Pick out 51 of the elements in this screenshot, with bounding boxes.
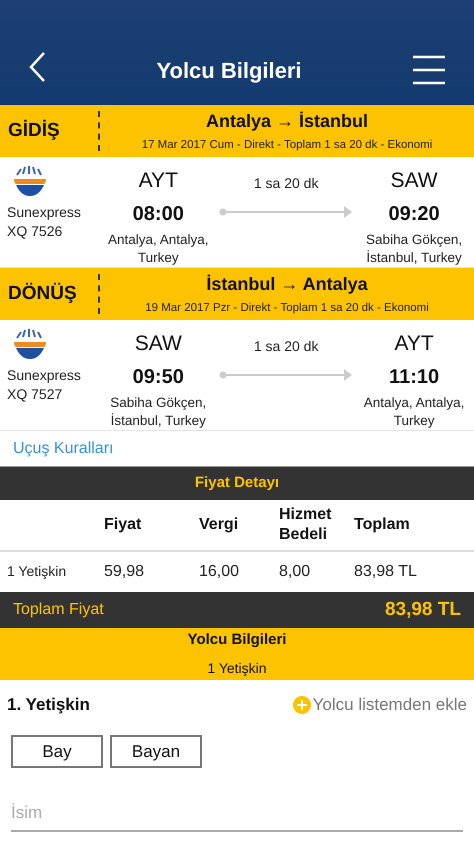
arrival-airport: Antalya, Antalya, Turkey xyxy=(362,394,466,430)
table-cell: 83,98 TL xyxy=(354,563,417,580)
gender-button[interactable]: Bay xyxy=(11,735,103,768)
table-cell: 8,00 xyxy=(279,563,310,580)
section-title: Yolcu Bilgileri xyxy=(188,630,286,650)
flight-arrow-icon xyxy=(218,206,354,218)
leg-label: DÖNÜŞ xyxy=(8,282,77,306)
add-from-list-link[interactable]: Yolcu listemden ekle xyxy=(292,692,467,718)
table-cell: 1 Yetişkin xyxy=(7,563,66,579)
flight-details: 19 Mar 2017 Pzr - Direkt - Toplam 1 sa 20 dk - Ekonomi xyxy=(145,300,429,316)
plus-icon xyxy=(292,696,311,714)
page-title: Yolcu Bilgileri xyxy=(156,58,302,83)
arrival-time: 09:20 xyxy=(388,202,440,226)
departure-code: SAW xyxy=(134,331,182,357)
route-title: Antalya → İstanbul xyxy=(206,110,368,133)
total-price-value: 83,98 TL xyxy=(384,598,461,622)
column-header: Fiyat xyxy=(104,515,142,535)
departure-time: 09:50 xyxy=(132,364,184,390)
arrival-code: AYT xyxy=(394,331,434,357)
departure-airport: Sabiha Gökçen, İstanbul, Turkey xyxy=(109,394,208,430)
airline-name: Sunexpress xyxy=(7,203,82,222)
flight-number: XQ 7526 xyxy=(7,222,64,241)
arrival-code: SAW xyxy=(390,168,438,194)
gender-button[interactable]: Bayan xyxy=(110,735,202,768)
passenger-title: 1. Yetişkin xyxy=(7,694,90,716)
table-cell: 16,00 xyxy=(199,563,240,580)
table-cell: 59,98 xyxy=(104,563,144,580)
name-field[interactable]: İsim xyxy=(11,796,463,832)
column-header: Hizmet Bedeli xyxy=(279,505,332,545)
flight-duration: 1 sa 20 dk xyxy=(254,337,318,356)
back-icon[interactable] xyxy=(28,51,46,83)
flight-duration: 1 sa 20 dk xyxy=(254,174,318,193)
column-header: Toplam xyxy=(354,515,411,535)
arrival-airport: Sabiha Gökçen, İstanbul, Turkey xyxy=(365,230,464,266)
leg-label: GİDİŞ xyxy=(8,118,60,143)
departure-time: 08:00 xyxy=(132,202,184,226)
airline-logo-icon xyxy=(13,165,47,197)
flight-details: 17 Mar 2017 Cum - Direkt - Toplam 1 sa 20 dk - Ekonomi xyxy=(142,138,432,153)
route-title: İstanbul → Antalya xyxy=(206,272,368,296)
departure-code: AYT xyxy=(138,168,178,194)
flight-arrow-icon xyxy=(218,369,354,381)
arrival-time: 11:10 xyxy=(389,364,440,390)
total-price-label: Toplam Fiyat xyxy=(13,600,104,620)
column-header: Vergi xyxy=(199,515,240,535)
airline-name: Sunexpress xyxy=(7,366,82,385)
menu-icon[interactable] xyxy=(412,55,446,85)
price-detail-title: Fiyat Detayı xyxy=(194,473,280,494)
departure-airport: Antalya, Antalya, Turkey xyxy=(106,230,210,266)
passenger-count: 1 Yetişkin xyxy=(207,658,267,678)
flight-number: XQ 7527 xyxy=(7,385,64,404)
airline-logo-icon xyxy=(13,328,47,360)
